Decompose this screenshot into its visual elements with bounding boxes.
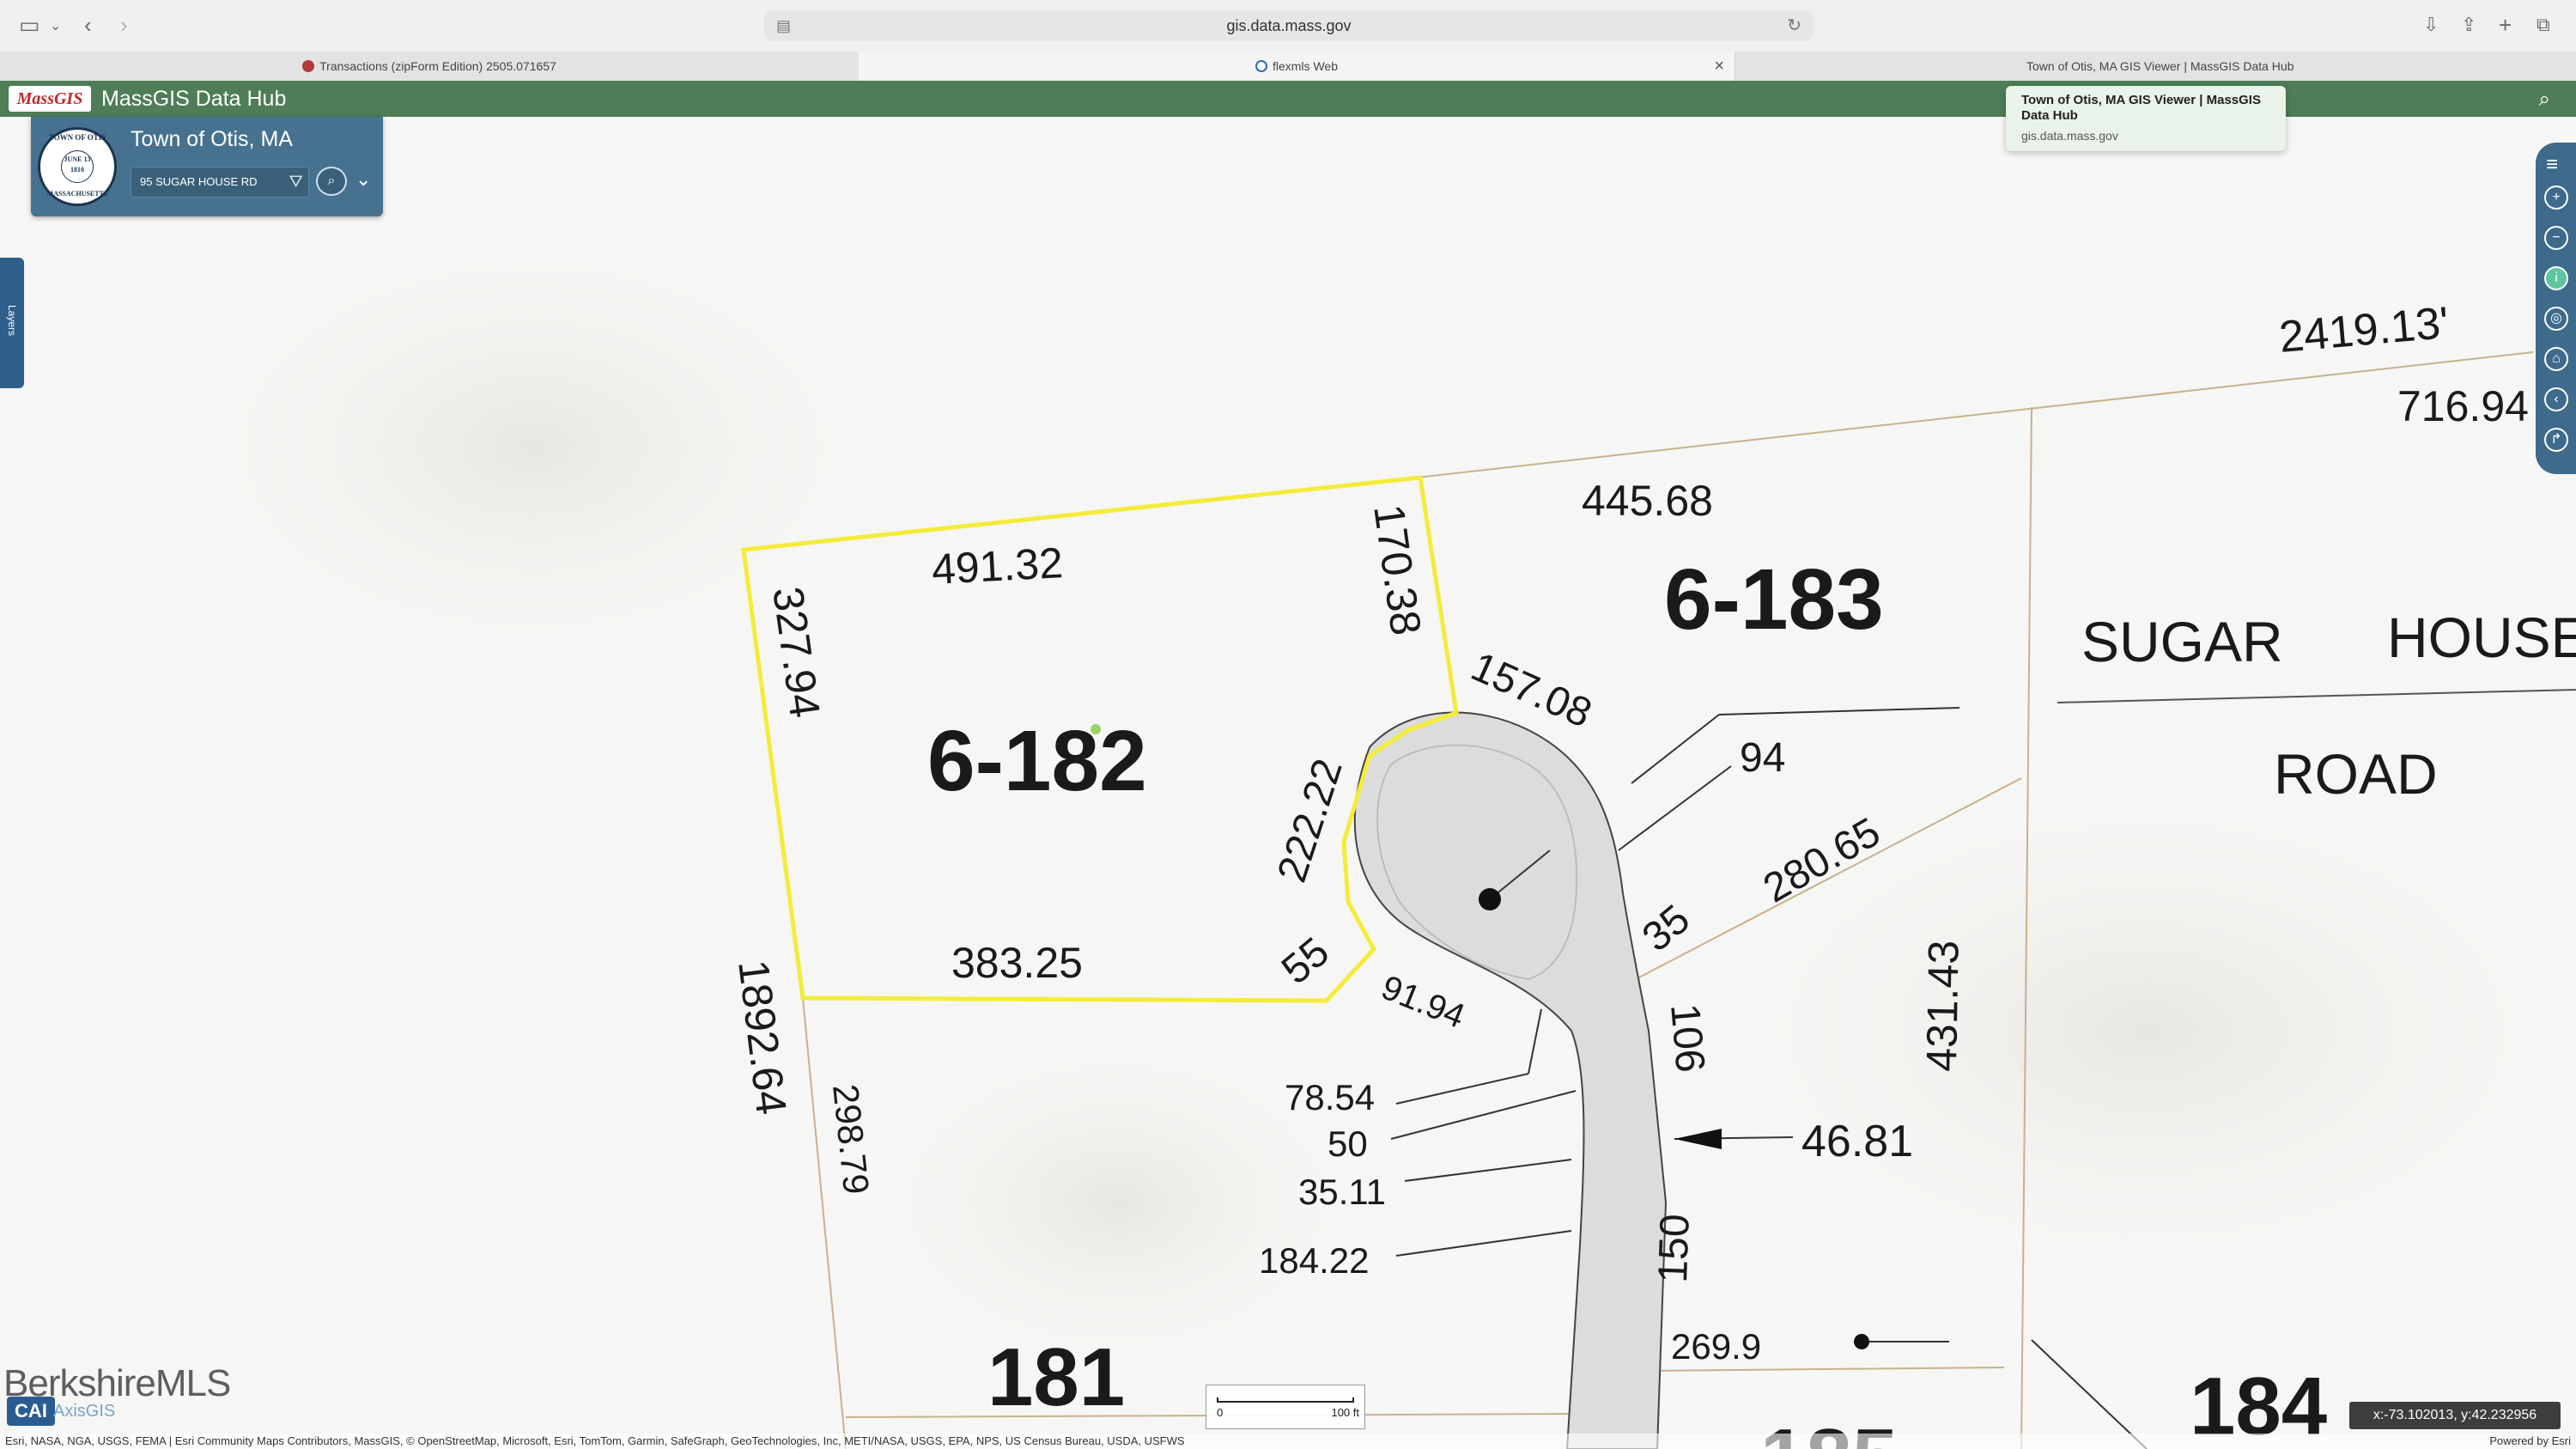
download-icon[interactable]: ⇩ [2423,14,2439,36]
dimension-label: 491.32 [931,539,1065,594]
back-icon[interactable]: ‹ [84,12,92,39]
survey-point [1854,1334,1869,1349]
axisgis-label: AxisGIS [53,1402,116,1421]
app-title[interactable]: MassGIS Data Hub [101,81,286,117]
powered-by-esri[interactable]: Powered by Esri [2489,1434,2571,1449]
flexmls-icon [1255,60,1267,72]
dimension-label: 78.54 [1285,1077,1375,1117]
survey-point [1479,888,1501,910]
massgis-logo[interactable]: MassGIS [9,86,91,112]
dimension-label: 716.94 [2397,382,2529,430]
dimension-label: 150 [1650,1213,1698,1283]
scale-end-label: 100 ft [1331,1406,1359,1419]
dimension-label: 445.68 [1582,477,1713,525]
locate-icon[interactable]: ◎ [2544,307,2568,331]
map-view[interactable]: 6-182 6-183 181 184 185 SUGAR HOUSE ROAD… [0,117,2576,1449]
scale-start-label: 0 [1217,1406,1224,1419]
parcel-label-181: 181 [987,1331,1125,1423]
town-seal-logo: TOWN OF OTIS JUNE 13 1810 MASSACHUSETTS [38,127,117,206]
home-icon[interactable]: ⌂ [2544,347,2568,371]
tab-title: Town of Otis, MA GIS Viewer | MassGIS Da… [2026,59,2294,73]
share-icon[interactable]: ⇪ [2461,14,2476,36]
dimension-label: 35.11 [1298,1172,1386,1212]
url-bar[interactable]: ▤ gis.data.mass.gov ↻ [764,10,1814,41]
reload-icon[interactable]: ↻ [1787,10,1801,41]
street-label: HOUSE [2387,606,2576,669]
tab-otis-gis[interactable]: Town of Otis, MA GIS Viewer | MassGIS Da… [1735,52,2576,81]
dimension-label: 184.22 [1259,1240,1369,1281]
dimension-label: 383.25 [951,939,1083,987]
tab-title: flexmls Web [1273,59,1338,73]
expand-chevrons-icon[interactable]: ⌄ [355,168,371,191]
dimension-label: 106 [1662,1002,1713,1074]
menu-icon[interactable]: ≡ [2546,153,2558,177]
massgis-tab-icon [2009,60,2021,72]
zoom-out-icon[interactable]: − [2544,226,2568,250]
identify-icon[interactable]: i [2544,266,2568,290]
dimension-label: 431.43 [1917,940,1968,1072]
town-search-panel: TOWN OF OTIS JUNE 13 1810 MASSACHUSETTS … [31,117,383,216]
tab-flexmls[interactable]: flexmls Web × [859,52,1735,81]
previous-extent-icon[interactable]: ‹ [2544,387,2568,411]
tab-transactions[interactable]: Transactions (zipForm Edition) 2505.0716… [0,52,860,81]
parcel-map[interactable]: 6-182 6-183 181 184 185 SUGAR HOUSE ROAD… [0,117,2576,1449]
street-label: SUGAR [2081,610,2283,673]
seal-text: TOWN OF OTIS [48,133,106,142]
search-icon[interactable]: ⌕ [2539,88,2550,112]
street-label: ROAD [2274,742,2438,806]
tab-strip: Transactions (zipForm Edition) 2505.0716… [0,52,2576,82]
layers-tab-label: Layers [6,304,18,337]
parcel-label-6-182: 6-182 [927,713,1147,809]
coordinate-readout: x:-73.102013, y:42.232956 [2349,1402,2561,1429]
scale-line [1217,1397,1354,1403]
dimension-label: 50 [1327,1123,1368,1164]
dimension-label: 269.9 [1671,1326,1761,1367]
tab-tooltip: Town of Otis, MA GIS Viewer | MassGIS Da… [2006,86,2286,151]
town-name: Town of Otis, MA [131,127,293,151]
zoom-in-icon[interactable]: + [2544,186,2568,210]
map-attribution: Esri, NASA, NGA, USGS, FEMA | Esri Commu… [0,1434,2495,1449]
page-settings-icon[interactable]: ▤ [776,10,791,41]
sidebar-toggle-icon[interactable]: ▭ [19,12,40,39]
browser-toolbar: ▭ ⌄ ‹ › ▤ gis.data.mass.gov ↻ ⇩ ⇪ + ⧉ [0,0,2576,52]
forward-icon[interactable]: › [120,12,128,39]
address-search-input[interactable]: 95 SUGAR HOUSE RD ⛛ [131,167,309,198]
dimension-label: 46.81 [1801,1117,1913,1166]
chevron-down-icon[interactable]: ⌄ [50,17,61,34]
dimension-label: 94 [1740,735,1785,781]
layers-tab[interactable]: Layers [0,258,24,388]
tooltip-url: gis.data.mass.gov [2021,129,2118,143]
address-text: 95 SUGAR HOUSE RD [140,175,258,188]
filter-icon[interactable]: ⛛ [289,173,303,192]
map-toolbar: ≡ + − i ◎ ⌂ ‹ ↱ [2536,143,2576,474]
parcel-label-6-183: 6-183 [1664,551,1884,648]
share-link-icon[interactable]: ↱ [2544,428,2568,452]
cai-logo[interactable]: CAI [7,1397,55,1426]
seal-text: MASSACHUSETTS [46,190,108,198]
tab-title: Transactions (zipForm Edition) 2505.0716… [319,59,556,73]
zipform-icon [302,60,315,72]
tooltip-title: Town of Otis, MA GIS Viewer | MassGIS Da… [2021,93,2261,123]
search-mode-button[interactable]: ⌕ [316,167,347,196]
close-tab-icon[interactable]: × [1714,52,1724,81]
seal-date: JUNE 13 1810 [61,150,94,183]
tab-overview-icon[interactable]: ⧉ [2537,14,2550,36]
new-tab-icon[interactable]: + [2499,12,2512,39]
scale-bar: 0 100 ft [1206,1385,1365,1429]
url-text: gis.data.mass.gov [1226,17,1352,34]
